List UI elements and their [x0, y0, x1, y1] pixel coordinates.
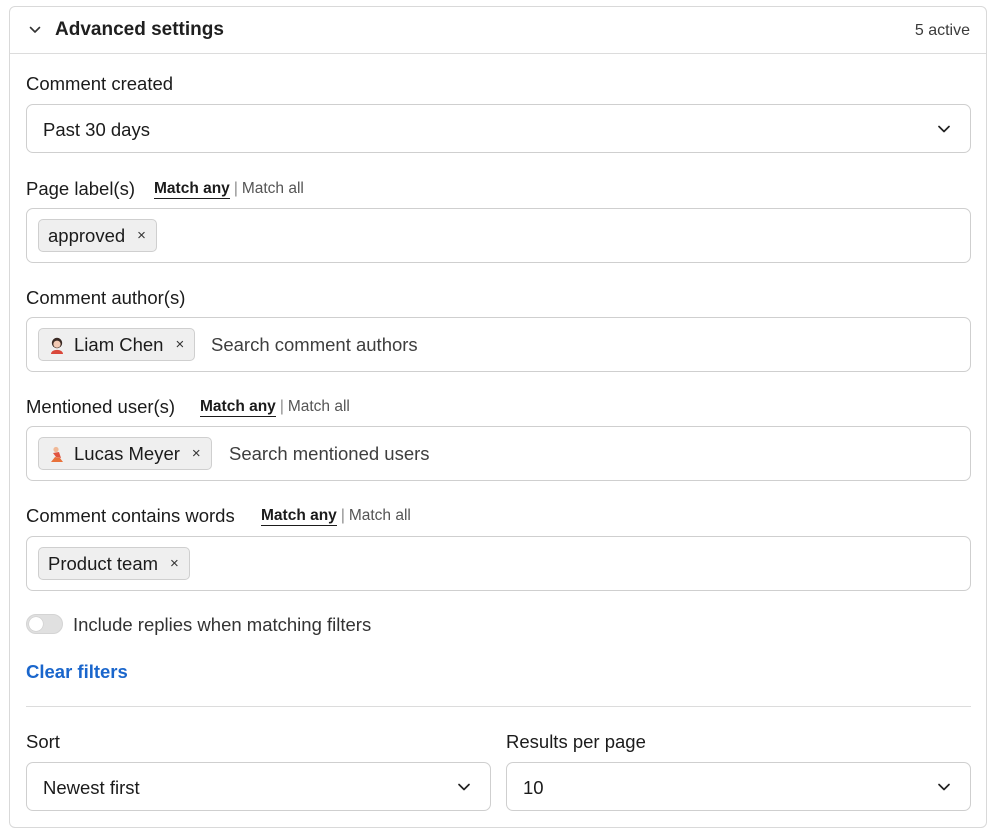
match-any-option[interactable]: Match any	[261, 507, 337, 526]
chip-label: approved	[48, 224, 126, 246]
contains-words-match-toggle: Match any | Match all	[261, 507, 411, 526]
panel-title: Advanced settings	[55, 19, 224, 40]
remove-chip-icon[interactable]: ×	[175, 336, 184, 353]
divider	[26, 706, 971, 707]
chip-label: Liam Chen	[74, 333, 164, 355]
match-separator: |	[233, 180, 238, 197]
sort-select[interactable]: Newest first	[26, 762, 491, 811]
avatar-icon	[51, 337, 63, 354]
page-labels-match-toggle: Match any | Match all	[154, 180, 304, 199]
toggle-knob	[29, 617, 43, 631]
results-per-page-label: Results per page	[506, 731, 646, 752]
match-any-option[interactable]: Match any	[200, 398, 276, 417]
remove-chip-icon[interactable]: ×	[137, 227, 146, 244]
label-chip: approved ×	[38, 219, 157, 252]
contains-words-label: Comment contains words	[26, 505, 235, 526]
chip-label: Lucas Meyer	[74, 442, 180, 464]
remove-chip-icon[interactable]: ×	[170, 555, 179, 572]
match-separator: |	[279, 398, 284, 415]
chip-label: Product team	[48, 552, 159, 574]
contains-words-field[interactable]: Product team ×	[26, 536, 971, 591]
match-all-option[interactable]: Match all	[288, 398, 350, 415]
remove-chip-icon[interactable]: ×	[192, 445, 201, 462]
chevron-down-icon	[938, 125, 950, 133]
user-chip: Lucas Meyer ×	[38, 437, 212, 470]
match-separator: |	[340, 507, 345, 524]
match-all-option[interactable]: Match all	[242, 180, 304, 197]
chevron-down-icon	[458, 783, 470, 791]
search-mentioned-users-input[interactable]: Search mentioned users	[229, 443, 430, 465]
comment-authors-field[interactable]: Liam Chen × Search comment authors	[26, 317, 971, 372]
page-labels-field[interactable]: approved ×	[26, 208, 971, 263]
include-replies-label: Include replies when matching filters	[73, 614, 372, 635]
author-chip: Liam Chen ×	[38, 328, 196, 361]
search-comment-authors-input[interactable]: Search comment authors	[211, 334, 418, 356]
mentioned-users-match-toggle: Match any | Match all	[200, 398, 350, 417]
sort-label: Sort	[26, 731, 60, 752]
match-all-option[interactable]: Match all	[349, 507, 411, 524]
active-count-badge: 5 active	[914, 22, 970, 39]
comment-created-select[interactable]: Past 30 days	[26, 104, 971, 153]
page-labels-label: Page label(s)	[26, 178, 136, 199]
mentioned-users-field[interactable]: Lucas Meyer × Search mentioned users	[26, 426, 971, 481]
comment-authors-label: Comment author(s)	[26, 287, 186, 308]
include-replies-toggle[interactable]	[26, 614, 63, 634]
match-any-option[interactable]: Match any	[154, 180, 230, 199]
sort-value: Newest first	[43, 777, 140, 798]
results-per-page-value: 10	[523, 777, 544, 798]
advanced-settings-header[interactable]: Advanced settings 5 active	[10, 7, 986, 54]
comment-created-value: Past 30 days	[43, 119, 150, 140]
clear-filters-link[interactable]: Clear filters	[26, 661, 128, 683]
chevron-down-icon[interactable]	[28, 23, 42, 37]
comment-created-label: Comment created	[26, 73, 174, 94]
results-per-page-select[interactable]: 10	[506, 762, 971, 811]
avatar-icon	[51, 446, 63, 462]
word-chip: Product team ×	[38, 547, 190, 580]
mentioned-users-label: Mentioned user(s)	[26, 396, 176, 417]
chevron-down-icon	[938, 783, 950, 791]
